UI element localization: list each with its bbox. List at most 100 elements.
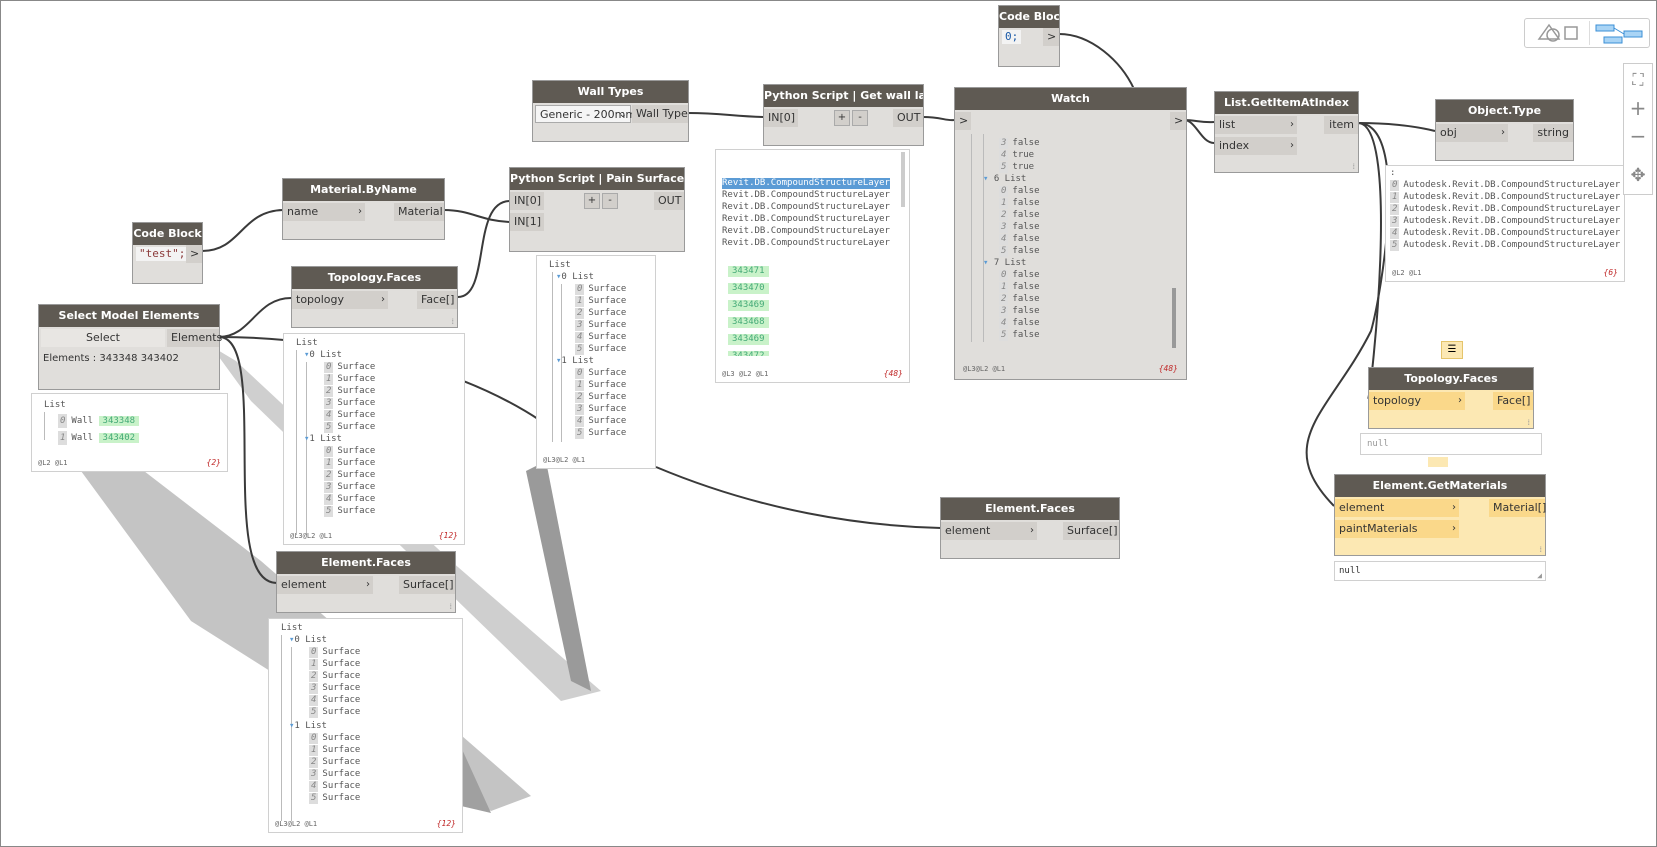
preview-topology-faces-1[interactable]: List ▾0 List 0 Surface 1 Surface 2 Surface …: [283, 333, 465, 545]
preview-element-getmaterials[interactable]: null ◢: [1334, 561, 1546, 581]
node-select-model-elements[interactable]: Select Model Elements Select Elements El…: [38, 304, 222, 390]
wall-type-dropdown[interactable]: Generic - 200mm ⌄: [535, 105, 636, 123]
zoom-out-icon[interactable]: −: [1624, 124, 1652, 148]
input-port[interactable]: IN[1]: [510, 213, 544, 231]
resize-handle[interactable]: ⁞: [1527, 418, 1530, 427]
resize-handle[interactable]: ⁞: [451, 317, 454, 326]
preview-row: 1 Wall 343402: [58, 431, 140, 445]
preview-object-type[interactable]: : 0 Autodesk.Revit.DB.CompoundStructureLa…: [1385, 165, 1625, 282]
output-port[interactable]: string: [1533, 124, 1573, 142]
scrollbar[interactable]: [901, 152, 905, 207]
node-material-byname[interactable]: Material.ByName name › Material: [282, 178, 445, 240]
preview-row: 1 Surface: [309, 659, 361, 670]
output-port[interactable]: Wall Type: [632, 105, 688, 123]
watch-row: 2 false: [999, 210, 1040, 221]
workspace-canvas[interactable]: Code Block 0; > Wall Types Generic - 200…: [0, 0, 1657, 847]
add-input-button[interactable]: +: [584, 193, 600, 209]
preview-row: Revit.DB.CompoundStructureLayer: [722, 202, 890, 212]
node-watch[interactable]: Watch > > 3 false 4 true 5 true ▾ 6 List 0f…: [954, 87, 1187, 380]
input-port[interactable]: obj ›: [1436, 124, 1508, 142]
node-list-get-item[interactable]: List.GetItemAtIndex list › index › item ⁞: [1214, 91, 1359, 173]
zoom-in-icon[interactable]: +: [1624, 96, 1652, 120]
node-code-block-top[interactable]: Code Block 0; >: [998, 5, 1060, 67]
input-port[interactable]: paintMaterials ›: [1335, 520, 1459, 538]
input-port[interactable]: IN[0]: [510, 192, 544, 210]
element-id[interactable]: 343472: [728, 351, 769, 356]
output-port[interactable]: OUT: [893, 109, 923, 127]
input-port[interactable]: element ›: [277, 576, 373, 594]
warning-bubble-icon[interactable]: [1428, 457, 1448, 467]
node-element-faces-2[interactable]: Element.Faces element › Surface[]: [940, 497, 1120, 559]
preview-topology-faces-2[interactable]: null: [1360, 433, 1542, 455]
preview-row: 1 Surface: [309, 745, 361, 756]
view-toggle-toolbar: [1524, 18, 1650, 48]
input-port[interactable]: list ›: [1215, 116, 1297, 134]
watch-row: 4 false: [999, 234, 1040, 245]
null-value: null: [1339, 566, 1361, 576]
remove-input-button[interactable]: -: [852, 110, 868, 126]
element-id[interactable]: 343468: [728, 317, 769, 328]
node-wall-types[interactable]: Wall Types Generic - 200mm ⌄ Wall Type: [532, 80, 689, 142]
node-code-block-test[interactable]: Code Block "test"; >: [132, 222, 203, 284]
preview-select-model[interactable]: List 0 Wall 343348 1 Wall 343402 @L2 @L1 {…: [31, 393, 228, 472]
remove-input-button[interactable]: -: [602, 193, 618, 209]
resize-handle[interactable]: ⁞: [1352, 162, 1355, 171]
input-port[interactable]: element ›: [941, 522, 1037, 540]
element-id[interactable]: 343469: [728, 334, 769, 345]
pan-icon[interactable]: ✥: [1624, 162, 1652, 190]
zoom-fit-icon[interactable]: ⛶: [1624, 68, 1652, 92]
input-port[interactable]: name ›: [283, 203, 365, 221]
resize-handle[interactable]: ⁞: [1539, 545, 1542, 554]
add-input-button[interactable]: +: [834, 110, 850, 126]
watch-output[interactable]: 3 false 4 true 5 true ▾ 6 List 0 false 1 fals…: [957, 134, 1184, 377]
chevron-right-icon: ›: [358, 206, 362, 217]
element-id[interactable]: 343470: [728, 283, 769, 294]
output-port[interactable]: Face[]: [417, 291, 457, 309]
preview-row: 5 Surface: [324, 422, 376, 433]
node-element-faces-1[interactable]: Element.Faces element › Surface[] ⁞: [276, 551, 456, 613]
output-port[interactable]: Surface[]: [1063, 522, 1119, 540]
resize-handle[interactable]: ⁞: [449, 602, 452, 611]
geometry-view-icon[interactable]: [1529, 21, 1585, 45]
node-python-get-wall-layers[interactable]: Python Script | Get wall layers IN[0] + …: [763, 84, 924, 146]
element-id[interactable]: 343471: [728, 266, 769, 277]
node-python-paint[interactable]: Python Script | Pain Surface/Face IN[0] …: [509, 167, 685, 252]
element-id[interactable]: 343469: [728, 300, 769, 311]
node-topology-faces-2[interactable]: Topology.Faces topology › Face[] ⁞: [1368, 367, 1534, 429]
output-port[interactable]: >: [1170, 112, 1186, 130]
scrollbar[interactable]: [1172, 288, 1176, 348]
code-input[interactable]: "test";: [136, 247, 189, 261]
output-port[interactable]: item: [1324, 116, 1358, 134]
node-element-getmaterials[interactable]: Element.GetMaterials element › paintMater…: [1334, 474, 1546, 556]
output-port[interactable]: >: [1043, 28, 1059, 46]
output-port[interactable]: Face[]: [1493, 392, 1533, 410]
select-button[interactable]: Select: [41, 329, 165, 347]
input-port[interactable]: element ›: [1335, 499, 1459, 517]
output-port[interactable]: Material: [394, 203, 444, 221]
comment-icon[interactable]: ☰: [1441, 341, 1463, 359]
node-title: Element.Faces: [277, 552, 455, 574]
input-port[interactable]: index ›: [1215, 137, 1297, 155]
output-port[interactable]: OUT: [654, 192, 684, 210]
node-title: Python Script | Pain Surface/Face: [510, 168, 684, 190]
input-port[interactable]: topology ›: [292, 291, 388, 309]
preview-python-wall-layers[interactable]: Revit.DB.CompoundStructureLayer Revit.DB…: [715, 149, 910, 383]
node-topology-faces-1[interactable]: Topology.Faces topology › Face[] ⁞: [291, 266, 458, 328]
preview-row: 4 Surface: [309, 695, 361, 706]
output-port[interactable]: >: [186, 245, 202, 263]
resize-handle[interactable]: ◢: [1537, 571, 1542, 580]
input-port[interactable]: topology ›: [1369, 392, 1465, 410]
preview-row: 3 Surface: [575, 404, 627, 415]
preview-row: 0 Surface: [309, 647, 361, 658]
output-port[interactable]: Material[]: [1489, 499, 1546, 517]
preview-row-selected[interactable]: Revit.DB.CompoundStructureLayer: [722, 178, 890, 189]
output-port[interactable]: Surface[]: [399, 576, 455, 594]
code-input[interactable]: 0;: [1002, 30, 1022, 44]
input-port[interactable]: IN[0]: [764, 109, 798, 127]
preview-python-paint[interactable]: List ▾0 List 0 Surface 1 Surface 2 Surface …: [536, 255, 656, 469]
output-port[interactable]: Elements: [167, 329, 222, 347]
preview-element-faces-1[interactable]: List ▾0 List 0 Surface 1 Surface 2 Surface …: [268, 618, 463, 833]
graph-view-icon[interactable]: [1589, 21, 1648, 45]
input-port[interactable]: >: [955, 112, 971, 130]
node-object-type[interactable]: Object.Type obj › string: [1435, 99, 1574, 161]
